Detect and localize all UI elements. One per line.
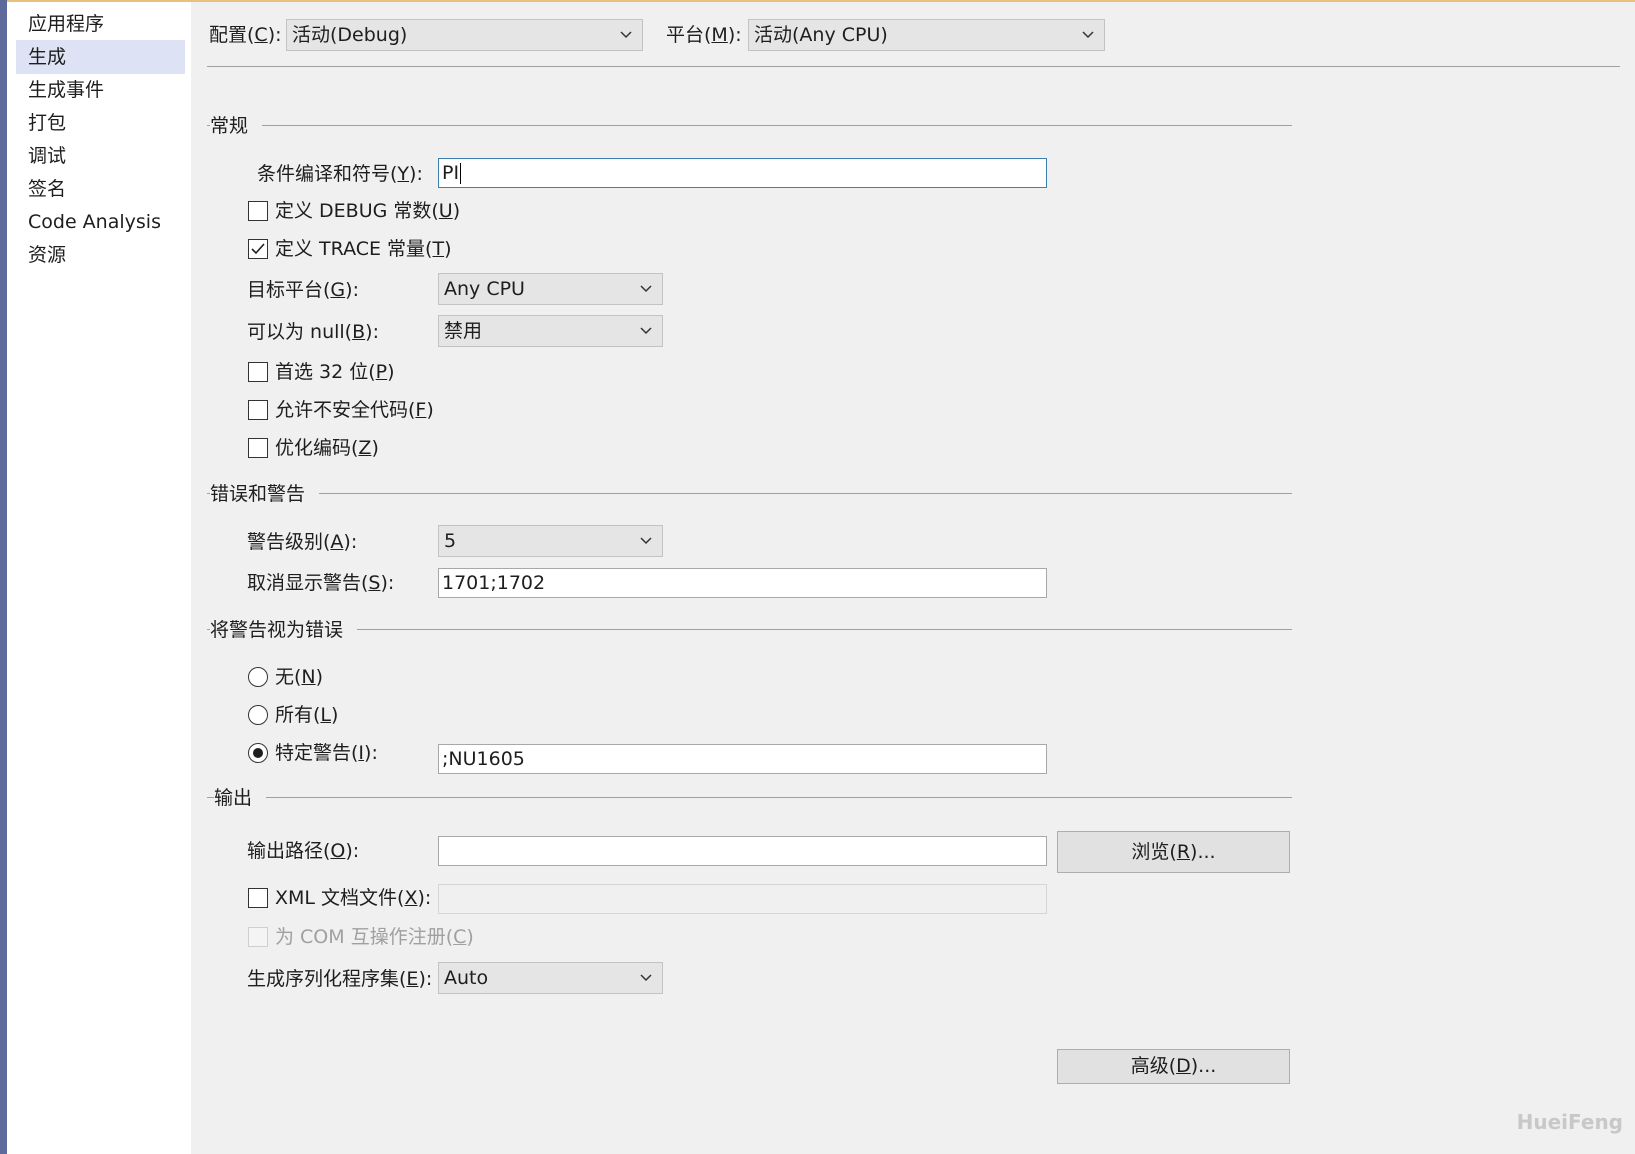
suppress-warnings-input[interactable]: 1701;1702 — [438, 568, 1047, 598]
prefer32-checkbox[interactable] — [248, 362, 268, 382]
sidebar-item-debug[interactable]: 调试 — [16, 139, 185, 173]
chevron-down-icon — [640, 974, 652, 982]
symbols-input[interactable]: PI — [438, 158, 1047, 188]
xml-doc-label: XML 文档文件(X): — [275, 887, 432, 909]
warning-level-dropdown[interactable]: 5 — [438, 525, 663, 557]
config-value: 活动(Debug) — [292, 24, 408, 46]
sidebar-item-label: 签名 — [28, 178, 67, 200]
define-trace-label: 定义 TRACE 常量(T) — [275, 238, 452, 260]
errors-divider — [207, 493, 1292, 494]
optimize-checkbox[interactable] — [248, 438, 268, 458]
config-label: 配置(C): — [209, 24, 282, 46]
errors-section-title: 错误和警告 — [210, 481, 320, 507]
left-accent-bar — [0, 0, 7, 1154]
selection-arrow-icon — [178, 55, 185, 71]
config-dropdown[interactable]: 活动(Debug) — [286, 19, 643, 51]
serialization-dropdown[interactable]: Auto — [438, 962, 663, 994]
output-path-input[interactable] — [438, 836, 1047, 866]
unsafe-code-checkbox[interactable] — [248, 400, 268, 420]
radio-selected-dot — [253, 748, 263, 758]
suppress-warnings-value: 1701;1702 — [442, 572, 546, 594]
sidebar-item-application[interactable]: 应用程序 — [16, 7, 185, 41]
sidebar-item-label: 打包 — [28, 112, 67, 134]
sidebar-item-label: 生成 — [28, 46, 67, 68]
target-platform-label: 目标平台(G): — [247, 279, 359, 301]
define-trace-checkbox[interactable] — [248, 239, 268, 259]
nullable-value: 禁用 — [444, 320, 483, 342]
sidebar-item-build[interactable]: 生成 — [16, 40, 185, 74]
checkmark-icon — [251, 243, 265, 255]
text-caret — [460, 163, 462, 184]
optimize-label: 优化编码(Z) — [275, 437, 379, 459]
treat-none-label: 无(N) — [275, 666, 324, 688]
treat-all-radio[interactable] — [248, 705, 268, 725]
platform-dropdown[interactable]: 活动(Any CPU) — [748, 19, 1105, 51]
sidebar-item-resources[interactable]: 资源 — [16, 238, 185, 272]
treat-all-label: 所有(L) — [275, 704, 339, 726]
treat-specific-radio[interactable] — [248, 743, 268, 763]
nullable-label: 可以为 null(B): — [247, 321, 379, 343]
watermark: HueiFeng — [1516, 1110, 1623, 1134]
com-interop-label: 为 COM 互操作注册(C) — [275, 926, 474, 948]
chevron-down-icon — [620, 31, 632, 39]
sidebar-item-label: 调试 — [28, 145, 67, 167]
sidebar-item-code-analysis[interactable]: Code Analysis — [16, 205, 185, 239]
chevron-down-icon — [640, 537, 652, 545]
unsafe-code-label: 允许不安全代码(F) — [275, 399, 434, 421]
serialization-label: 生成序列化程序集(E): — [247, 968, 433, 990]
warning-level-label: 警告级别(A): — [247, 531, 358, 553]
treat-section-title: 将警告视为错误 — [210, 617, 358, 643]
com-interop-checkbox — [248, 927, 268, 947]
project-properties-window: 应用程序 生成 生成事件 打包 调试 签名 Code Analysis 资源 配… — [0, 0, 1635, 1154]
sidebar-item-label: 应用程序 — [28, 13, 105, 35]
define-debug-label: 定义 DEBUG 常数(U) — [275, 200, 461, 222]
sidebar-item-build-events[interactable]: 生成事件 — [16, 73, 185, 107]
sidebar-item-label: 生成事件 — [28, 79, 105, 101]
output-path-label: 输出路径(O): — [247, 840, 360, 862]
suppress-warnings-label: 取消显示警告(S): — [247, 572, 395, 594]
prefer32-label: 首选 32 位(P) — [275, 361, 395, 383]
symbols-value: PI — [442, 162, 460, 184]
output-divider — [207, 797, 1292, 798]
target-platform-value: Any CPU — [444, 278, 525, 300]
sidebar-item-label: 资源 — [28, 244, 67, 266]
xml-doc-checkbox[interactable] — [248, 888, 268, 908]
sidebar: 应用程序 生成 生成事件 打包 调试 签名 Code Analysis 资源 — [7, 2, 191, 1154]
specific-warnings-value: ;NU1605 — [442, 748, 525, 770]
top-accent-line — [0, 0, 1635, 2]
define-debug-checkbox[interactable] — [248, 201, 268, 221]
nullable-dropdown[interactable]: 禁用 — [438, 315, 663, 347]
treat-none-radio[interactable] — [248, 667, 268, 687]
header-divider — [207, 66, 1620, 67]
output-section-title: 输出 — [214, 785, 267, 811]
treat-specific-label: 特定警告(I): — [275, 742, 378, 764]
warning-level-value: 5 — [444, 530, 457, 552]
platform-value: 活动(Any CPU) — [754, 24, 888, 46]
sidebar-item-signing[interactable]: 签名 — [16, 172, 185, 206]
serialization-value: Auto — [444, 967, 489, 989]
symbols-label: 条件编译和符号(Y): — [257, 163, 423, 185]
chevron-down-icon — [640, 285, 652, 293]
sidebar-item-label: Code Analysis — [28, 211, 161, 233]
target-platform-dropdown[interactable]: Any CPU — [438, 273, 663, 305]
general-divider — [207, 125, 1292, 126]
platform-label: 平台(M): — [666, 24, 742, 46]
sidebar-item-package[interactable]: 打包 — [16, 106, 185, 140]
browse-button[interactable]: 浏览(R)... — [1057, 831, 1290, 873]
general-section-title: 常规 — [210, 113, 263, 139]
advanced-button[interactable]: 高级(D)... — [1057, 1049, 1290, 1084]
specific-warnings-input[interactable]: ;NU1605 — [438, 744, 1047, 774]
xml-doc-input — [438, 884, 1047, 914]
chevron-down-icon — [1082, 31, 1094, 39]
treat-divider — [207, 629, 1292, 630]
chevron-down-icon — [640, 327, 652, 335]
